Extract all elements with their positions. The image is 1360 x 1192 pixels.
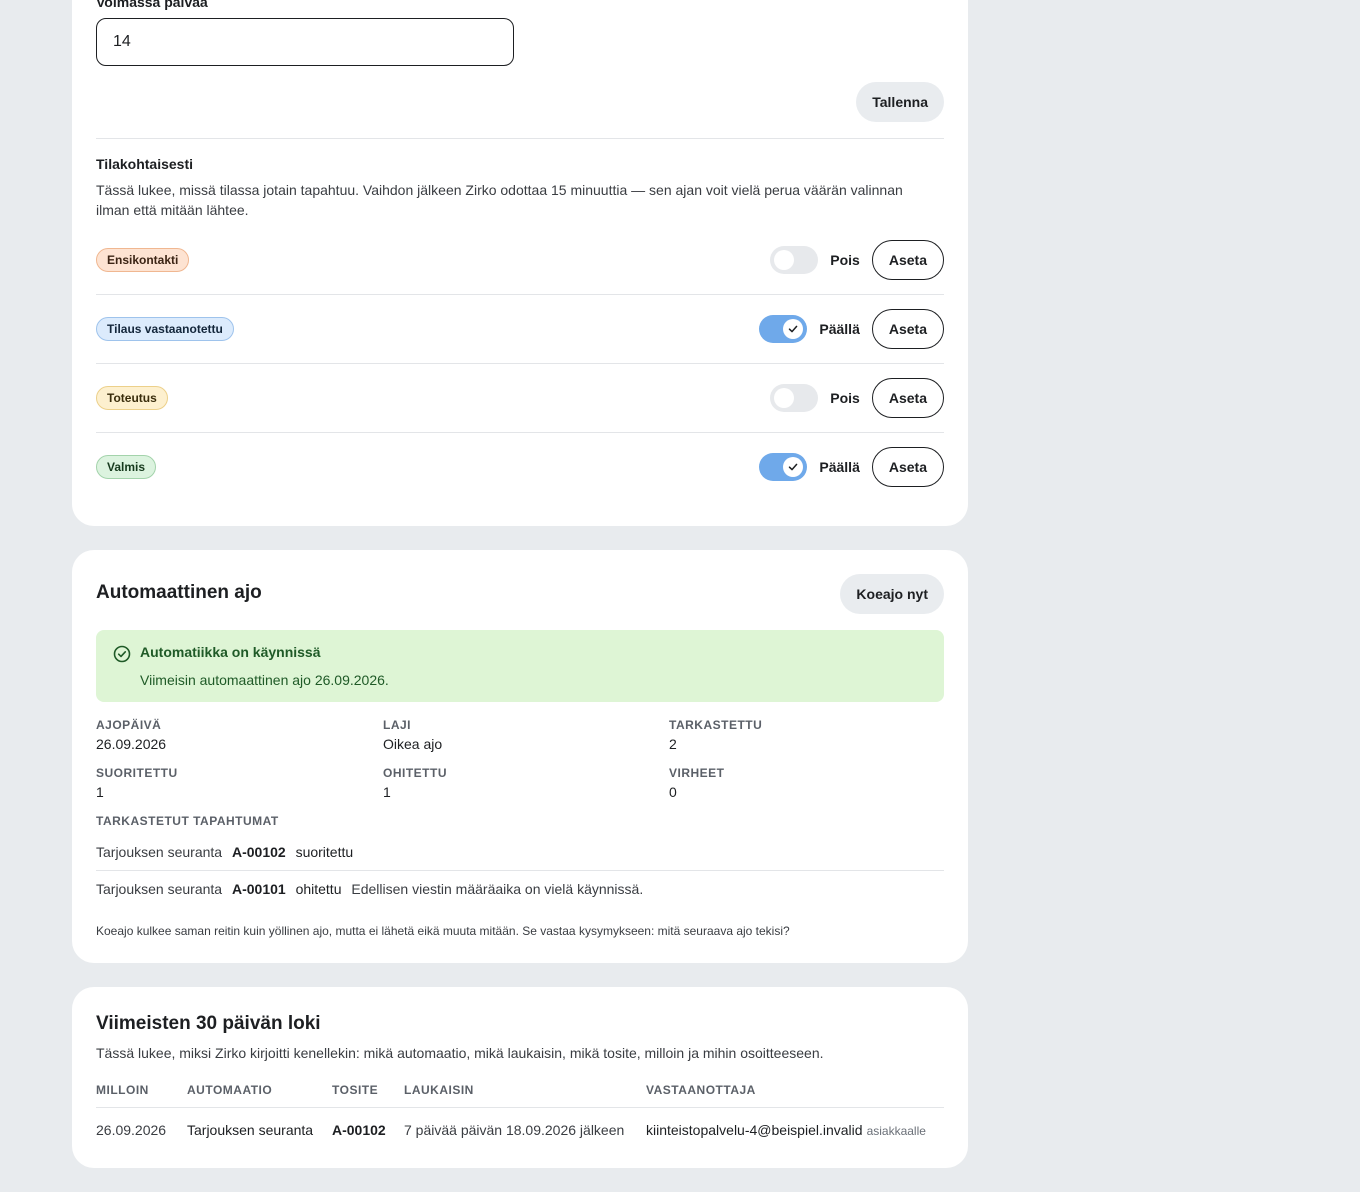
auto-run-title: Automaattinen ajo xyxy=(96,582,262,603)
event-automation: Tarjouksen seuranta xyxy=(96,844,223,860)
event-reason: Edellisen viestin määräaika on vielä käy… xyxy=(351,881,644,897)
toggle-status-label: Päällä xyxy=(819,321,860,337)
column-header: VASTAANOTTAJA xyxy=(646,1083,756,1097)
stat-value: 26.09.2026 xyxy=(96,736,167,752)
events-title: TARKASTETUT TAPAHTUMAT xyxy=(96,814,279,828)
toggle-knob xyxy=(774,250,795,270)
state-toggle[interactable] xyxy=(759,453,808,481)
state-row-valmis: Valmis Päällä Aseta xyxy=(96,433,944,502)
state-row-ensikontakti: Ensikontakti Pois Aseta xyxy=(96,226,944,295)
state-row-toteutus: Toteutus Pois Aseta xyxy=(96,364,944,433)
log-voucher: A-00102 xyxy=(332,1122,386,1138)
column-header: MILLOIN xyxy=(96,1083,149,1097)
check-icon xyxy=(789,463,798,471)
log-recipient: kiinteistopalvelu-4@beispiel.invalid xyxy=(646,1122,863,1138)
log-when: 26.09.2026 xyxy=(96,1122,167,1138)
log-description: Tässä lukee, miksi Zirko kirjoitti kenel… xyxy=(96,1045,824,1061)
check-icon xyxy=(789,325,798,333)
divider xyxy=(96,138,944,139)
log-recipient-note: asiakkaalle xyxy=(866,1124,926,1138)
toggle-status-label: Päällä xyxy=(819,459,860,475)
column-header: AUTOMAATIO xyxy=(187,1083,273,1097)
set-button[interactable]: Aseta xyxy=(871,309,944,349)
toggle-status-label: Pois xyxy=(830,252,860,268)
stat-key: LAJI xyxy=(383,718,412,732)
save-button[interactable]: Tallenna xyxy=(856,82,944,122)
log-automation: Tarjouksen seuranta xyxy=(187,1122,314,1138)
validity-label: Voimassa päivää xyxy=(96,0,208,10)
stat-run-date: AJOPÄIVÄ 26.09.2026 xyxy=(96,718,166,752)
stat-key: TARKASTETTU xyxy=(669,718,763,732)
stat-completed: SUORITETTU 1 xyxy=(96,766,178,800)
set-button[interactable]: Aseta xyxy=(871,240,944,280)
toggle-knob xyxy=(783,457,804,477)
toggle-knob xyxy=(774,388,795,408)
set-button[interactable]: Aseta xyxy=(871,378,944,418)
column-header: LAUKAISIN xyxy=(404,1083,474,1097)
event-row: Tarjouksen seuranta A-00102 suoritettu xyxy=(96,834,944,871)
stat-value: 0 xyxy=(669,784,677,800)
log-card: Viimeisten 30 päivän loki Tässä lukee, m… xyxy=(72,987,968,1168)
stat-key: VIRHEET xyxy=(669,766,725,780)
event-row: Tarjouksen seuranta A-00101 ohitettu Ede… xyxy=(96,871,944,908)
stat-errors: VIRHEET 0 xyxy=(669,766,725,800)
alert-title: Automatiikka on käynnissä xyxy=(140,644,321,660)
log-trigger: 7 päivää päivän 18.09.2026 jälkeen xyxy=(404,1122,625,1138)
log-title: Viimeisten 30 päivän loki xyxy=(96,1013,321,1034)
stat-value: 1 xyxy=(96,784,104,800)
stat-skipped: OHITETTU 1 xyxy=(383,766,447,800)
stat-value: 2 xyxy=(669,736,677,752)
state-row-tilaus-vastaanotettu: Tilaus vastaanotettu Päällä Aseta xyxy=(96,295,944,364)
state-badge: Ensikontakti xyxy=(96,248,190,272)
stat-key: SUORITETTU xyxy=(96,766,178,780)
column-header: TOSITE xyxy=(332,1083,379,1097)
toggle-knob xyxy=(783,319,804,339)
event-automation: Tarjouksen seuranta xyxy=(96,881,223,897)
check-circle-icon xyxy=(113,645,131,663)
event-code: A-00102 xyxy=(231,844,286,860)
state-toggle[interactable] xyxy=(770,384,819,412)
stat-kind: LAJI Oikea ajo xyxy=(383,718,442,752)
event-status: suoritettu xyxy=(295,844,354,860)
settings-card: Voimassa päivää Tallenna Tilakohtaisesti… xyxy=(72,0,968,526)
stat-checked: TARKASTETTU 2 xyxy=(669,718,762,752)
state-badge: Toteutus xyxy=(96,386,168,410)
trial-run-note: Koeajo kulkee saman reitin kuin yöllinen… xyxy=(96,924,790,938)
toggle-status-label: Pois xyxy=(830,390,860,406)
status-alert: Automatiikka on käynnissä Viimeisin auto… xyxy=(96,630,944,702)
event-code: A-00101 xyxy=(231,881,286,897)
stat-key: OHITETTU xyxy=(383,766,447,780)
state-badge: Tilaus vastaanotettu xyxy=(96,317,234,341)
log-table: MILLOIN AUTOMAATIO TOSITE LAUKAISIN VAST… xyxy=(96,1079,944,1152)
stat-key: AJOPÄIVÄ xyxy=(96,718,162,732)
event-status: ohitettu xyxy=(295,881,342,897)
validity-days-input[interactable] xyxy=(96,18,514,66)
state-toggle[interactable] xyxy=(759,315,808,343)
table-row: 26.09.2026 Tarjouksen seuranta A-00102 7… xyxy=(96,1108,944,1152)
set-button[interactable]: Aseta xyxy=(871,447,944,487)
per-state-title: Tilakohtaisesti xyxy=(96,156,194,172)
auto-run-card: Automaattinen ajo Koeajo nyt Automatiikk… xyxy=(72,550,968,963)
stat-value: 1 xyxy=(383,784,391,800)
per-state-description: Tässä lukee, missä tilassa jotain tapaht… xyxy=(96,182,903,218)
state-badge: Valmis xyxy=(96,455,157,479)
alert-text: Viimeisin automaattinen ajo 26.09.2026. xyxy=(140,672,389,688)
log-header-row: MILLOIN AUTOMAATIO TOSITE LAUKAISIN VAST… xyxy=(96,1079,944,1108)
stat-value: Oikea ajo xyxy=(383,736,443,752)
log-recipient-cell: kiinteistopalvelu-4@beispiel.invalid asia… xyxy=(646,1108,926,1153)
state-toggle[interactable] xyxy=(770,246,819,274)
trial-run-button[interactable]: Koeajo nyt xyxy=(840,574,944,614)
